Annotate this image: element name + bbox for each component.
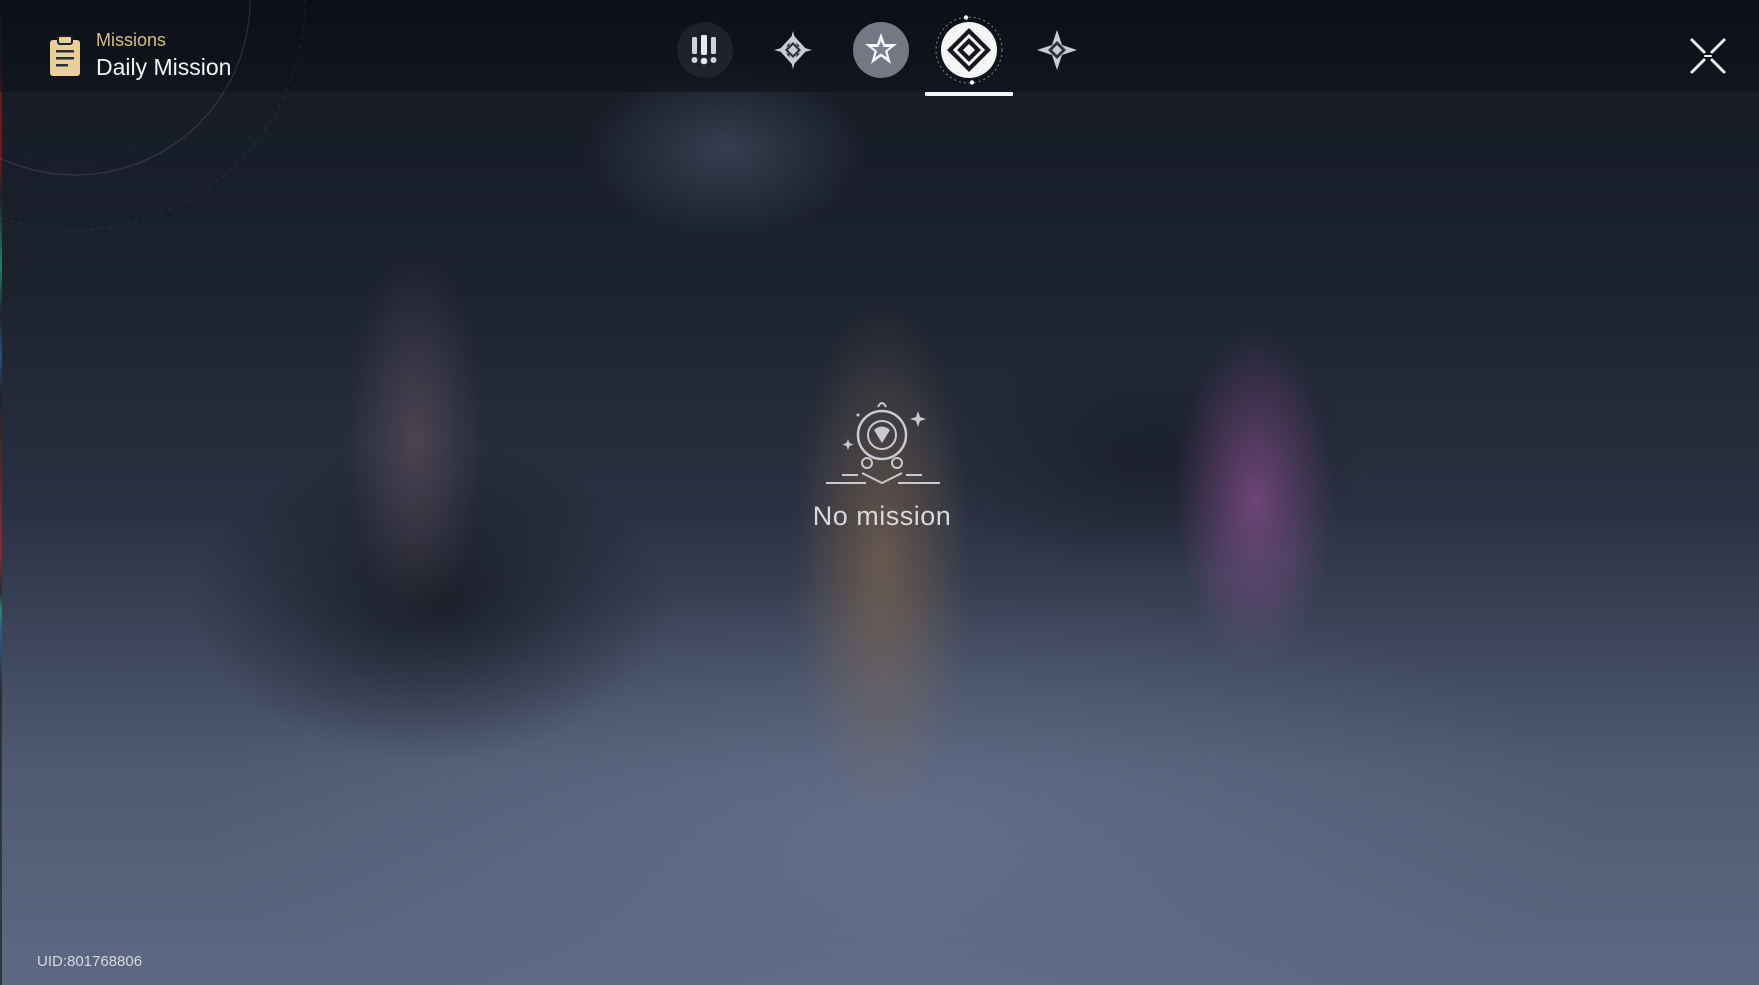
edge-strip (0, 0, 2, 985)
empty-state-message: No mission (812, 501, 952, 531)
tab-daily-missions[interactable] (925, 15, 1013, 96)
active-tab-indicator (925, 92, 1013, 96)
mission-tabs (0, 15, 1759, 102)
tab-trailblaze-missions[interactable] (749, 22, 837, 96)
tab-circle (677, 22, 733, 78)
double-exclamation-icon (691, 35, 717, 65)
empty-mission-icon (826, 402, 940, 485)
mission-screen: Missions Daily Mission No mission UID:80… (0, 0, 1759, 985)
tab-circle (765, 22, 821, 78)
tab-circle (853, 22, 909, 78)
tab-urgent-missions[interactable] (661, 22, 749, 96)
compass-star-icon (774, 31, 812, 69)
star-badge-icon (865, 33, 897, 64)
four-point-star-icon (1037, 30, 1077, 70)
empty-state: No mission (782, 395, 982, 532)
close-button[interactable] (1688, 36, 1728, 76)
diamond-ring-icon (935, 15, 1003, 85)
tab-circle (935, 15, 1003, 85)
uid-label: UID:801768806 (37, 953, 143, 970)
tab-circle (1029, 22, 1085, 78)
tab-companion-missions[interactable] (837, 22, 925, 96)
tab-adventure-missions[interactable] (1013, 22, 1101, 96)
